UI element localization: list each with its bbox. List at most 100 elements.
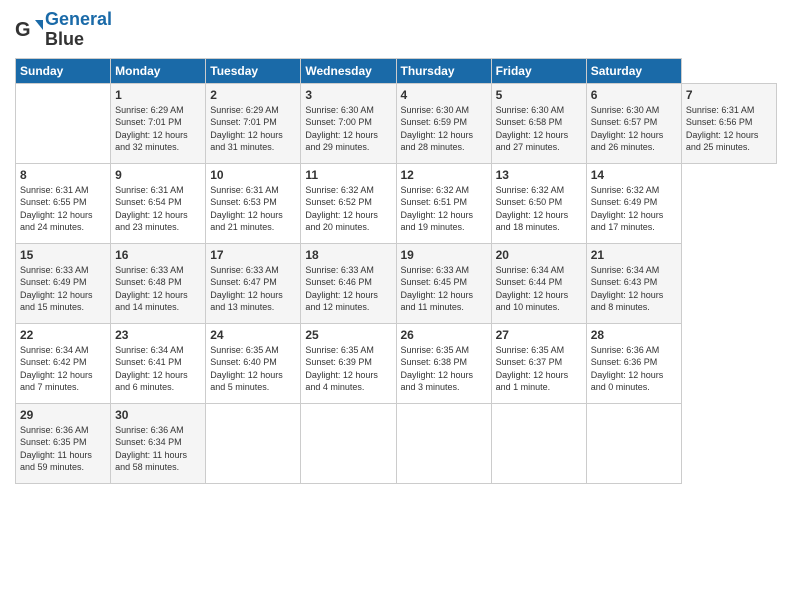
day-number: 9	[115, 168, 201, 182]
calendar-cell: 3 Sunrise: 6:30 AM Sunset: 7:00 PM Dayli…	[301, 83, 396, 163]
day-number: 10	[210, 168, 296, 182]
calendar-week-1: 1 Sunrise: 6:29 AM Sunset: 7:01 PM Dayli…	[16, 83, 777, 163]
cell-content: Sunrise: 6:33 AM Sunset: 6:47 PM Dayligh…	[210, 264, 296, 314]
cell-content: Sunrise: 6:30 AM Sunset: 6:58 PM Dayligh…	[496, 104, 582, 154]
day-number: 2	[210, 88, 296, 102]
day-number: 6	[591, 88, 677, 102]
calendar-cell: 29 Sunrise: 6:36 AM Sunset: 6:35 PM Dayl…	[16, 403, 111, 483]
calendar-cell: 18 Sunrise: 6:33 AM Sunset: 6:46 PM Dayl…	[301, 243, 396, 323]
day-number: 1	[115, 88, 201, 102]
calendar-cell: 30 Sunrise: 6:36 AM Sunset: 6:34 PM Dayl…	[111, 403, 206, 483]
calendar-cell: 27 Sunrise: 6:35 AM Sunset: 6:37 PM Dayl…	[491, 323, 586, 403]
calendar-cell: 19 Sunrise: 6:33 AM Sunset: 6:45 PM Dayl…	[396, 243, 491, 323]
day-number: 28	[591, 328, 677, 342]
day-number: 30	[115, 408, 201, 422]
day-header-tuesday: Tuesday	[206, 58, 301, 83]
cell-content: Sunrise: 6:34 AM Sunset: 6:41 PM Dayligh…	[115, 344, 201, 394]
day-number: 19	[401, 248, 487, 262]
calendar-cell: 9 Sunrise: 6:31 AM Sunset: 6:54 PM Dayli…	[111, 163, 206, 243]
calendar-cell: 20 Sunrise: 6:34 AM Sunset: 6:44 PM Dayl…	[491, 243, 586, 323]
cell-content: Sunrise: 6:35 AM Sunset: 6:37 PM Dayligh…	[496, 344, 582, 394]
cell-content: Sunrise: 6:35 AM Sunset: 6:40 PM Dayligh…	[210, 344, 296, 394]
day-number: 22	[20, 328, 106, 342]
calendar-week-5: 29 Sunrise: 6:36 AM Sunset: 6:35 PM Dayl…	[16, 403, 777, 483]
day-number: 4	[401, 88, 487, 102]
calendar-cell	[206, 403, 301, 483]
calendar-cell: 6 Sunrise: 6:30 AM Sunset: 6:57 PM Dayli…	[586, 83, 681, 163]
day-number: 25	[305, 328, 391, 342]
cell-content: Sunrise: 6:32 AM Sunset: 6:50 PM Dayligh…	[496, 184, 582, 234]
cell-content: Sunrise: 6:31 AM Sunset: 6:55 PM Dayligh…	[20, 184, 106, 234]
calendar-cell: 4 Sunrise: 6:30 AM Sunset: 6:59 PM Dayli…	[396, 83, 491, 163]
day-number: 14	[591, 168, 677, 182]
calendar-cell: 1 Sunrise: 6:29 AM Sunset: 7:01 PM Dayli…	[111, 83, 206, 163]
day-number: 20	[496, 248, 582, 262]
calendar-cell: 22 Sunrise: 6:34 AM Sunset: 6:42 PM Dayl…	[16, 323, 111, 403]
day-number: 29	[20, 408, 106, 422]
calendar-cell: 17 Sunrise: 6:33 AM Sunset: 6:47 PM Dayl…	[206, 243, 301, 323]
calendar-week-4: 22 Sunrise: 6:34 AM Sunset: 6:42 PM Dayl…	[16, 323, 777, 403]
cell-content: Sunrise: 6:35 AM Sunset: 6:39 PM Dayligh…	[305, 344, 391, 394]
cell-content: Sunrise: 6:32 AM Sunset: 6:49 PM Dayligh…	[591, 184, 677, 234]
day-number: 16	[115, 248, 201, 262]
calendar-cell	[301, 403, 396, 483]
day-header-sunday: Sunday	[16, 58, 111, 83]
calendar-cell: 25 Sunrise: 6:35 AM Sunset: 6:39 PM Dayl…	[301, 323, 396, 403]
cell-content: Sunrise: 6:33 AM Sunset: 6:49 PM Dayligh…	[20, 264, 106, 314]
calendar-cell: 8 Sunrise: 6:31 AM Sunset: 6:55 PM Dayli…	[16, 163, 111, 243]
cell-content: Sunrise: 6:32 AM Sunset: 6:52 PM Dayligh…	[305, 184, 391, 234]
calendar-cell: 2 Sunrise: 6:29 AM Sunset: 7:01 PM Dayli…	[206, 83, 301, 163]
cell-content: Sunrise: 6:34 AM Sunset: 6:43 PM Dayligh…	[591, 264, 677, 314]
day-number: 5	[496, 88, 582, 102]
cell-content: Sunrise: 6:29 AM Sunset: 7:01 PM Dayligh…	[210, 104, 296, 154]
cell-content: Sunrise: 6:31 AM Sunset: 6:54 PM Dayligh…	[115, 184, 201, 234]
calendar-body: 1 Sunrise: 6:29 AM Sunset: 7:01 PM Dayli…	[16, 83, 777, 483]
calendar-header: SundayMondayTuesdayWednesdayThursdayFrid…	[16, 58, 777, 83]
cell-content: Sunrise: 6:36 AM Sunset: 6:36 PM Dayligh…	[591, 344, 677, 394]
logo: G GeneralBlue	[15, 10, 112, 50]
cell-content: Sunrise: 6:35 AM Sunset: 6:38 PM Dayligh…	[401, 344, 487, 394]
day-number: 21	[591, 248, 677, 262]
cell-content: Sunrise: 6:33 AM Sunset: 6:46 PM Dayligh…	[305, 264, 391, 314]
calendar-week-3: 15 Sunrise: 6:33 AM Sunset: 6:49 PM Dayl…	[16, 243, 777, 323]
calendar-cell: 23 Sunrise: 6:34 AM Sunset: 6:41 PM Dayl…	[111, 323, 206, 403]
calendar-cell: 7 Sunrise: 6:31 AM Sunset: 6:56 PM Dayli…	[681, 83, 776, 163]
cell-content: Sunrise: 6:34 AM Sunset: 6:42 PM Dayligh…	[20, 344, 106, 394]
cell-content: Sunrise: 6:31 AM Sunset: 6:56 PM Dayligh…	[686, 104, 772, 154]
cell-content: Sunrise: 6:33 AM Sunset: 6:48 PM Dayligh…	[115, 264, 201, 314]
day-number: 17	[210, 248, 296, 262]
calendar-week-2: 8 Sunrise: 6:31 AM Sunset: 6:55 PM Dayli…	[16, 163, 777, 243]
day-number: 15	[20, 248, 106, 262]
calendar-table: SundayMondayTuesdayWednesdayThursdayFrid…	[15, 58, 777, 484]
cell-content: Sunrise: 6:36 AM Sunset: 6:34 PM Dayligh…	[115, 424, 201, 474]
cell-content: Sunrise: 6:33 AM Sunset: 6:45 PM Dayligh…	[401, 264, 487, 314]
calendar-page: G GeneralBlue SundayMondayTuesdayWednesd…	[0, 0, 792, 612]
svg-text:G: G	[15, 19, 31, 41]
cell-content: Sunrise: 6:31 AM Sunset: 6:53 PM Dayligh…	[210, 184, 296, 234]
calendar-cell: 13 Sunrise: 6:32 AM Sunset: 6:50 PM Dayl…	[491, 163, 586, 243]
calendar-cell: 15 Sunrise: 6:33 AM Sunset: 6:49 PM Dayl…	[16, 243, 111, 323]
day-number: 27	[496, 328, 582, 342]
logo-text: GeneralBlue	[45, 10, 112, 50]
cell-content: Sunrise: 6:30 AM Sunset: 6:57 PM Dayligh…	[591, 104, 677, 154]
calendar-cell: 14 Sunrise: 6:32 AM Sunset: 6:49 PM Dayl…	[586, 163, 681, 243]
day-number: 12	[401, 168, 487, 182]
day-number: 26	[401, 328, 487, 342]
day-number: 7	[686, 88, 772, 102]
day-number: 24	[210, 328, 296, 342]
cell-content: Sunrise: 6:30 AM Sunset: 7:00 PM Dayligh…	[305, 104, 391, 154]
calendar-cell: 10 Sunrise: 6:31 AM Sunset: 6:53 PM Dayl…	[206, 163, 301, 243]
day-number: 8	[20, 168, 106, 182]
calendar-cell: 16 Sunrise: 6:33 AM Sunset: 6:48 PM Dayl…	[111, 243, 206, 323]
day-header-friday: Friday	[491, 58, 586, 83]
empty-cell	[16, 83, 111, 163]
day-number: 23	[115, 328, 201, 342]
calendar-cell: 11 Sunrise: 6:32 AM Sunset: 6:52 PM Dayl…	[301, 163, 396, 243]
cell-content: Sunrise: 6:32 AM Sunset: 6:51 PM Dayligh…	[401, 184, 487, 234]
day-header-saturday: Saturday	[586, 58, 681, 83]
calendar-cell: 21 Sunrise: 6:34 AM Sunset: 6:43 PM Dayl…	[586, 243, 681, 323]
calendar-cell: 24 Sunrise: 6:35 AM Sunset: 6:40 PM Dayl…	[206, 323, 301, 403]
day-header-monday: Monday	[111, 58, 206, 83]
cell-content: Sunrise: 6:29 AM Sunset: 7:01 PM Dayligh…	[115, 104, 201, 154]
calendar-cell	[491, 403, 586, 483]
